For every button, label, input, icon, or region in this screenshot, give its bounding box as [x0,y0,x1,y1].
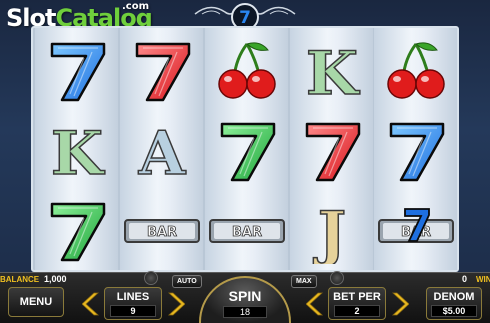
right-knob [330,271,344,285]
reel-3: BAR [205,28,288,270]
bar-symbol: BAR [205,192,288,270]
seven-red-symbol [290,112,373,190]
seven-blue-symbol [374,112,457,190]
menu-button[interactable]: MENU [8,287,64,317]
seven-red-symbol [120,32,203,110]
balance-value: 1,000 [44,274,67,284]
balance-label: BALANCE [0,275,40,284]
seven-green-symbol [35,192,118,270]
reel-5: BAR [374,28,457,270]
bet-per-control: BET PER 2 [328,287,386,320]
logo-com-text: .com [122,1,150,12]
bar-symbol: BAR [120,192,203,270]
seven-blue-symbol [35,32,118,110]
bet-decrease-arrow-icon[interactable] [306,291,326,317]
seven-blue-bar-symbol: BAR [374,192,457,270]
svg-text:J: J [312,199,345,264]
denom-label: DENOM [433,290,475,303]
cherry-icon [205,32,288,110]
win-value: 0 [462,274,468,284]
lines-decrease-arrow-icon[interactable] [82,291,102,317]
svg-text:K: K [50,119,104,184]
bet-label: BET PER [333,290,381,303]
total-bet-value: 18 [223,306,267,318]
spin-label: SPIN [228,288,262,304]
lines-value: 9 [110,304,156,317]
svg-text:BAR: BAR [232,225,262,240]
denom-button[interactable]: DENOM $5.00 [426,287,482,320]
denom-value: $5.00 [431,304,477,317]
bet-value: 2 [334,304,380,317]
menu-label: MENU [19,296,53,308]
a-symbol: A [120,112,203,190]
win-label: WIN [476,275,490,284]
lines-control: LINES 9 [104,287,162,320]
bet-increase-arrow-icon[interactable] [389,291,409,317]
auto-button[interactable]: AUTO [172,275,202,288]
lines-label: LINES [116,290,150,303]
j-symbol: J [290,192,373,270]
seven-green-symbol [205,112,288,190]
svg-text:K: K [305,39,359,104]
lines-increase-arrow-icon[interactable] [165,291,185,317]
svg-text:7: 7 [239,8,251,28]
reel-4: KJ [290,28,373,270]
k-symbol: K [290,32,373,110]
k-symbol: K [35,112,118,190]
svg-text:A: A [137,119,186,184]
left-knob [144,271,158,285]
reel-1: K [35,28,118,270]
max-button[interactable]: MAX [291,275,317,288]
svg-text:BAR: BAR [147,225,177,240]
cherry-icon [374,32,457,110]
reel-2: A BAR [120,28,203,270]
